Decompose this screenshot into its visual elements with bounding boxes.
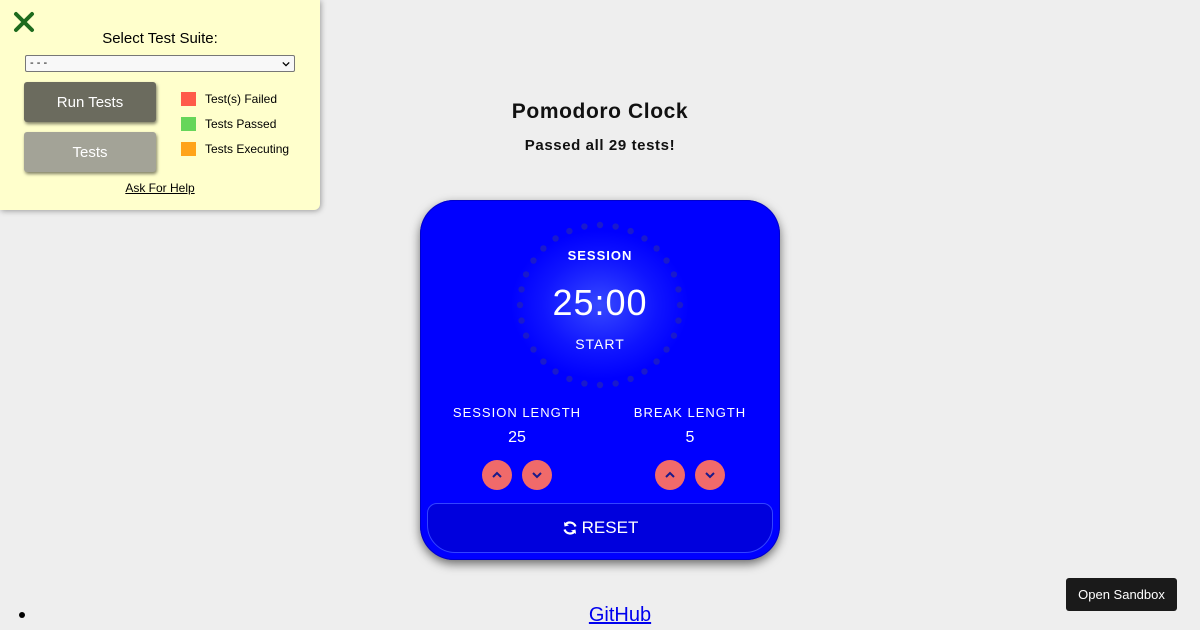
suite-select[interactable]: - - - [25, 55, 295, 72]
dial-dot [522, 271, 530, 278]
dial-dot [552, 368, 559, 375]
break-length-label: BREAK LENGTH [633, 405, 747, 420]
reset-label: RESET [581, 518, 639, 537]
dial-dot [596, 221, 604, 229]
dial-dot [522, 332, 530, 339]
dial-dot [540, 358, 547, 365]
dial-dot [670, 332, 678, 339]
refresh-icon [563, 521, 577, 535]
dial-dot [581, 223, 588, 230]
dial-dot [566, 227, 573, 235]
dial-dot [612, 223, 619, 230]
dial-dot [566, 375, 573, 383]
dial-dot [552, 235, 559, 242]
session-decrement-button[interactable] [522, 460, 552, 490]
reset-button[interactable]: RESET [427, 503, 773, 553]
dial-dot [641, 368, 648, 375]
session-length-label: SESSION LENGTH [452, 405, 582, 420]
ask-for-help-link[interactable]: Ask For Help [0, 181, 320, 195]
dial-dot [663, 346, 670, 353]
time-left: 25:00 [552, 282, 648, 323]
break-decrement-button[interactable] [695, 460, 725, 490]
chevron-up-icon [492, 471, 502, 478]
page-title: Pomodoro Clock [511, 100, 689, 123]
dial-dot [627, 227, 634, 235]
pomodoro-clock: SESSION 25:00 START SESSION LENGTH 25 BR… [420, 200, 780, 560]
session-length-value: 25 [508, 429, 526, 446]
dial-dot [627, 375, 634, 383]
chevron-down-icon [705, 472, 715, 479]
github-link[interactable]: GitHub [0, 604, 1200, 627]
suite-label: Select Test Suite: [102, 30, 218, 47]
break-length-value: 5 [685, 429, 695, 446]
dial-dot [653, 358, 660, 365]
dial-dot [596, 381, 604, 389]
session-increment-button[interactable] [482, 460, 512, 490]
dial-dot [641, 235, 648, 242]
start-stop-button[interactable]: START [560, 336, 640, 352]
dial-dot [530, 346, 537, 353]
chevron-down-icon [532, 472, 542, 479]
break-increment-button[interactable] [655, 460, 685, 490]
timer-label: SESSION [567, 248, 633, 263]
open-sandbox-button[interactable]: Open Sandbox [1066, 578, 1177, 611]
chevron-up-icon [665, 471, 675, 478]
dial-dot [612, 380, 619, 387]
test-status: Passed all 29 tests! [524, 137, 676, 154]
dial-dot [670, 271, 678, 278]
chevron-down-icon [282, 61, 290, 67]
dial-dot [581, 380, 588, 387]
suite-select-value: - - - [30, 57, 48, 69]
